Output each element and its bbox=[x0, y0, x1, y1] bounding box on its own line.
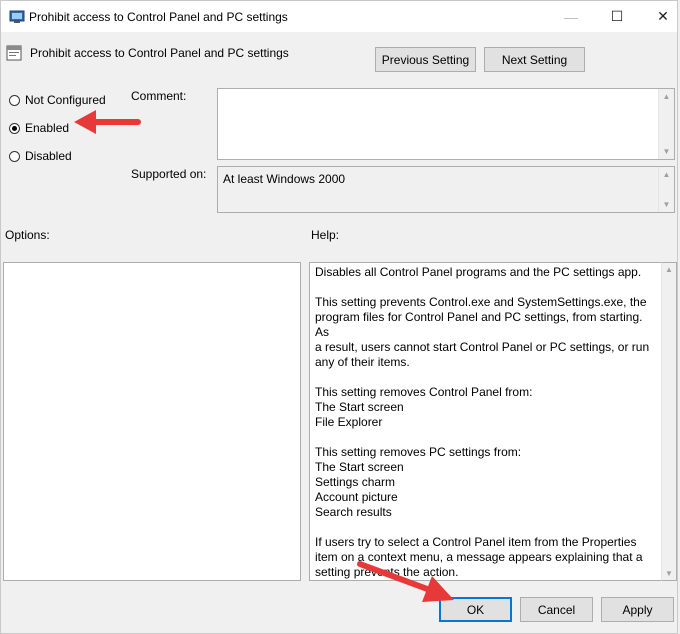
close-button[interactable]: ✕ bbox=[640, 1, 680, 32]
radio-label: Disabled bbox=[25, 149, 72, 163]
options-label: Options: bbox=[5, 228, 50, 242]
help-line: If users try to select a Control Panel i… bbox=[315, 535, 637, 549]
comment-scrollbar[interactable]: ▲ ▼ bbox=[658, 89, 674, 159]
radio-disabled[interactable]: Disabled bbox=[9, 149, 72, 163]
scroll-down-icon[interactable]: ▼ bbox=[659, 144, 674, 159]
supported-on-box: At least Windows 2000 ▲ ▼ bbox=[217, 166, 675, 213]
help-paragraph: This setting removes PC settings from: T… bbox=[315, 445, 657, 520]
radio-label: Not Configured bbox=[25, 93, 106, 107]
next-setting-button[interactable]: Next Setting bbox=[484, 47, 585, 72]
help-line: The Start screen bbox=[315, 400, 404, 414]
help-line: This setting removes Control Panel from: bbox=[315, 385, 533, 399]
scroll-up-icon[interactable]: ▲ bbox=[665, 265, 673, 274]
help-paragraph: This setting removes Control Panel from:… bbox=[315, 385, 657, 430]
help-line: Account picture bbox=[315, 490, 398, 504]
help-label: Help: bbox=[311, 228, 340, 242]
help-paragraph: This setting prevents Control.exe and Sy… bbox=[315, 295, 657, 370]
scroll-up-icon[interactable]: ▲ bbox=[659, 89, 674, 104]
apply-label: Apply bbox=[622, 602, 653, 617]
window-title: Prohibit access to Control Panel and PC … bbox=[29, 10, 288, 24]
cancel-label: Cancel bbox=[537, 602, 576, 617]
help-line: This setting removes PC settings from: bbox=[315, 445, 522, 459]
close-icon: ✕ bbox=[657, 8, 669, 24]
radio-circle bbox=[9, 94, 20, 106]
help-line: File Explorer bbox=[315, 415, 383, 429]
annotation-arrow-enabled-icon bbox=[74, 110, 141, 134]
radio-not-configured[interactable]: Not Configured bbox=[9, 93, 106, 107]
help-line: The Start screen bbox=[315, 460, 404, 474]
previous-setting-button[interactable]: Previous Setting bbox=[375, 47, 476, 72]
maximize-button[interactable]: ☐ bbox=[594, 1, 640, 32]
radio-circle bbox=[9, 150, 20, 162]
supported-on-scrollbar[interactable]: ▲ ▼ bbox=[658, 167, 674, 212]
radio-circle-selected bbox=[9, 122, 20, 134]
ok-label: OK bbox=[466, 602, 485, 617]
help-line: This setting prevents Control.exe and Sy… bbox=[315, 295, 647, 309]
cancel-button[interactable]: Cancel bbox=[520, 597, 593, 622]
supported-on-value: At least Windows 2000 bbox=[223, 172, 346, 186]
previous-setting-label: Previous Setting bbox=[381, 52, 470, 67]
comment-label: Comment: bbox=[131, 89, 187, 103]
setting-icon bbox=[6, 45, 22, 64]
comment-textarea[interactable]: ▲ ▼ bbox=[217, 88, 675, 160]
help-line: any of their items. bbox=[315, 355, 410, 369]
minimize-button[interactable]: — bbox=[548, 1, 594, 32]
help-line: program files for Control Panel and PC s… bbox=[315, 310, 643, 339]
minimize-icon: — bbox=[564, 8, 578, 25]
scroll-down-icon[interactable]: ▼ bbox=[665, 569, 673, 578]
radio-enabled[interactable]: Enabled bbox=[9, 121, 69, 135]
app-icon bbox=[9, 9, 25, 28]
supported-on-label: Supported on: bbox=[131, 167, 207, 181]
help-line: Disables all Control Panel programs and … bbox=[315, 265, 642, 279]
help-scrollbar[interactable]: ▲ ▼ bbox=[661, 262, 677, 581]
setting-name: Prohibit access to Control Panel and PC … bbox=[30, 46, 289, 60]
scroll-down-icon[interactable]: ▼ bbox=[659, 197, 674, 212]
maximize-icon: ☐ bbox=[610, 8, 624, 24]
radio-label: Enabled bbox=[25, 121, 70, 135]
options-pane bbox=[3, 262, 301, 581]
annotation-arrow-ok-icon bbox=[357, 561, 454, 602]
help-paragraph: Disables all Control Panel programs and … bbox=[315, 265, 657, 280]
scroll-up-icon[interactable]: ▲ bbox=[659, 167, 674, 182]
apply-button[interactable]: Apply bbox=[601, 597, 674, 622]
help-pane: Disables all Control Panel programs and … bbox=[309, 262, 664, 581]
title-bar: Prohibit access to Control Panel and PC … bbox=[0, 0, 678, 32]
next-setting-label: Next Setting bbox=[501, 52, 568, 67]
help-line: a result, users cannot start Control Pan… bbox=[315, 340, 650, 354]
help-line: Settings charm bbox=[315, 475, 396, 489]
help-line: Search results bbox=[315, 505, 392, 519]
